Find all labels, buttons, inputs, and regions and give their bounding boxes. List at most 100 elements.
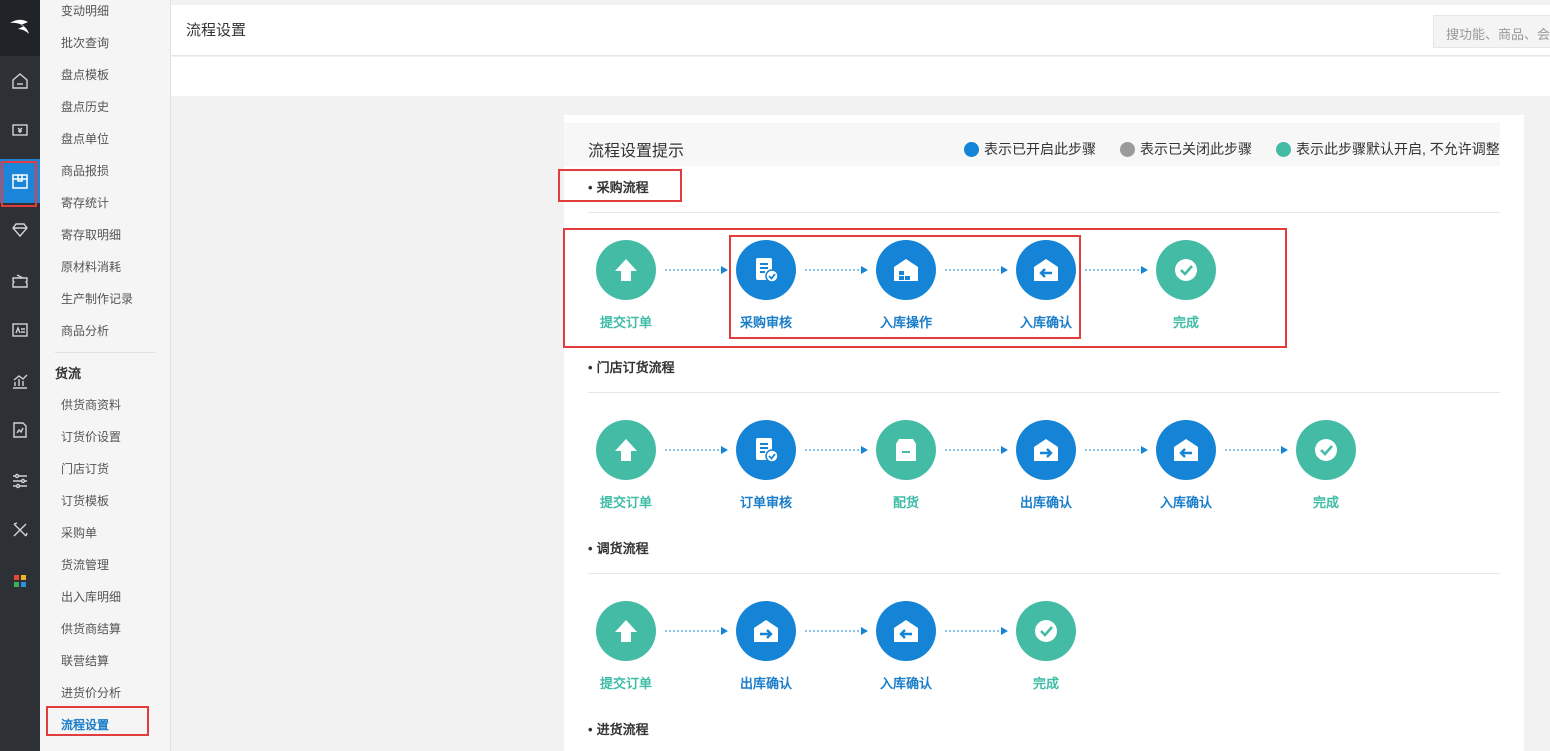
step-warehouse-icon[interactable] xyxy=(876,240,936,300)
goods-icon[interactable] xyxy=(0,159,40,203)
step-label: 出库确认 xyxy=(1019,495,1072,510)
menu-item[interactable]: 进货价分析 xyxy=(61,683,121,703)
coupon-icon[interactable] xyxy=(0,259,40,303)
step-warehouse-in-icon[interactable] xyxy=(1016,240,1076,300)
menu-item[interactable]: 出入库明细 xyxy=(61,587,121,607)
step-label: 配货 xyxy=(892,495,919,510)
flow-arrow-icon xyxy=(665,627,728,635)
home-icon[interactable] xyxy=(0,59,40,103)
diamond-icon[interactable] xyxy=(0,208,40,252)
teal-dot-icon xyxy=(1276,141,1291,157)
flow-section-title: 门店订货流程 xyxy=(588,357,675,376)
cash-icon[interactable] xyxy=(0,108,40,152)
legend-text: 表示已关闭此步骤 xyxy=(1140,141,1252,157)
step-label: 入库操作 xyxy=(879,315,932,330)
upload-icon xyxy=(612,256,640,284)
menu-item[interactable]: 盘点模板 xyxy=(61,65,109,85)
menu-item[interactable]: 联营结算 xyxy=(61,651,109,671)
warehouse-in-icon xyxy=(1031,255,1061,285)
toolbar-strip xyxy=(171,57,1550,96)
menu-item[interactable]: 订货模板 xyxy=(61,491,109,511)
step-label: 出库确认 xyxy=(739,676,792,691)
menu-item[interactable]: 盘点历史 xyxy=(61,97,109,117)
flow-section-title: 进货流程 xyxy=(588,719,649,738)
warehouse-out-icon xyxy=(1031,435,1061,465)
panel-header: 流程设置提示 表示已开启此步骤 表示已关闭此步骤 表示此步骤默认开启, 不允许调… xyxy=(564,123,1500,166)
menu-item[interactable]: 盘点单位 xyxy=(61,129,109,149)
step-label: 入库确认 xyxy=(1019,315,1072,330)
legend-text: 表示此步骤默认开启, 不允许调整 xyxy=(1296,141,1500,157)
doc-check-icon xyxy=(751,435,781,465)
flow-arrow-icon xyxy=(945,627,1008,635)
warehouse-in-icon xyxy=(891,616,921,646)
menu-item[interactable]: 原材料消耗 xyxy=(61,257,121,277)
report-icon[interactable] xyxy=(0,408,40,452)
step-label: 入库确认 xyxy=(1159,495,1212,510)
step-label: 完成 xyxy=(1312,495,1339,510)
flow-arrow-icon xyxy=(805,446,868,454)
menu-item[interactable]: 订货价设置 xyxy=(61,427,121,447)
flow-arrow-icon xyxy=(1085,446,1148,454)
logo-icon[interactable] xyxy=(0,0,40,56)
step-warehouse-in-icon[interactable] xyxy=(876,601,936,661)
legend-disabled: 表示已关闭此步骤 xyxy=(1120,139,1252,159)
menu-item[interactable]: 商品分析 xyxy=(61,321,109,341)
flow-arrow-icon xyxy=(805,266,868,274)
flow-arrow-icon xyxy=(1225,446,1288,454)
menu-item[interactable]: 寄存统计 xyxy=(61,193,109,213)
legend-text: 表示已开启此步骤 xyxy=(984,141,1096,157)
check-icon xyxy=(1031,616,1061,646)
search-input[interactable]: 搜功能、商品、会 xyxy=(1433,15,1550,48)
flow-section-title: 采购流程 xyxy=(588,177,649,196)
panel-title: 流程设置提示 xyxy=(588,143,685,160)
step-doc-check-icon[interactable] xyxy=(736,420,796,480)
flow-section-title: 调货流程 xyxy=(588,538,649,557)
legend-enabled: 表示已开启此步骤 xyxy=(964,139,1096,159)
chart-icon[interactable] xyxy=(0,359,40,403)
upload-icon xyxy=(612,617,640,645)
warehouse-out-icon xyxy=(751,616,781,646)
step-warehouse-out-icon[interactable] xyxy=(736,601,796,661)
submenu: 变动明细批次查询盘点模板盘点历史盘点单位商品报损寄存统计寄存取明细原材料消耗生产… xyxy=(40,0,171,751)
step-label: 订单审核 xyxy=(739,495,792,510)
doc-check-icon xyxy=(751,255,781,285)
menu-item[interactable]: 流程设置 xyxy=(61,715,109,735)
step-warehouse-out-icon[interactable] xyxy=(1016,420,1076,480)
step-doc-check-icon[interactable] xyxy=(736,240,796,300)
menu-group-title: 货流 xyxy=(55,366,82,381)
menu-item[interactable]: 批次查询 xyxy=(61,33,109,53)
step-box-icon xyxy=(876,420,936,480)
apps-icon[interactable] xyxy=(0,559,40,603)
menu-item[interactable]: 商品报损 xyxy=(61,161,109,181)
check-icon xyxy=(1171,255,1201,285)
menu-item[interactable]: 货流管理 xyxy=(61,555,109,575)
menu-item[interactable]: 采购单 xyxy=(61,523,97,543)
section-divider xyxy=(588,392,1500,393)
page-title: 流程设置 xyxy=(186,22,247,39)
menu-item[interactable]: 供货商资料 xyxy=(61,395,121,415)
flow-arrow-icon xyxy=(945,446,1008,454)
section-divider xyxy=(588,573,1500,574)
menu-item[interactable]: 变动明细 xyxy=(61,1,109,21)
member-card-icon[interactable] xyxy=(0,308,40,352)
step-warehouse-in-icon[interactable] xyxy=(1156,420,1216,480)
warehouse-in-icon xyxy=(1171,435,1201,465)
gray-dot-icon xyxy=(1120,141,1135,157)
flow-arrow-icon xyxy=(665,446,728,454)
step-upload-icon xyxy=(596,601,656,661)
step-check-icon xyxy=(1016,601,1076,661)
step-label: 提交订单 xyxy=(599,676,652,691)
step-upload-icon xyxy=(596,240,656,300)
step-label: 完成 xyxy=(1172,315,1199,330)
flow-arrow-icon xyxy=(805,627,868,635)
settings-sliders-icon[interactable] xyxy=(0,459,40,503)
menu-item[interactable]: 供货商结算 xyxy=(61,619,121,639)
flow-arrow-icon xyxy=(945,266,1008,274)
step-label: 提交订单 xyxy=(599,315,652,330)
menu-item[interactable]: 寄存取明细 xyxy=(61,225,121,245)
warehouse-icon xyxy=(891,255,921,285)
step-label: 完成 xyxy=(1032,676,1059,691)
menu-item[interactable]: 生产制作记录 xyxy=(61,289,133,309)
tools-icon[interactable] xyxy=(0,508,40,552)
menu-item[interactable]: 门店订货 xyxy=(61,459,109,479)
